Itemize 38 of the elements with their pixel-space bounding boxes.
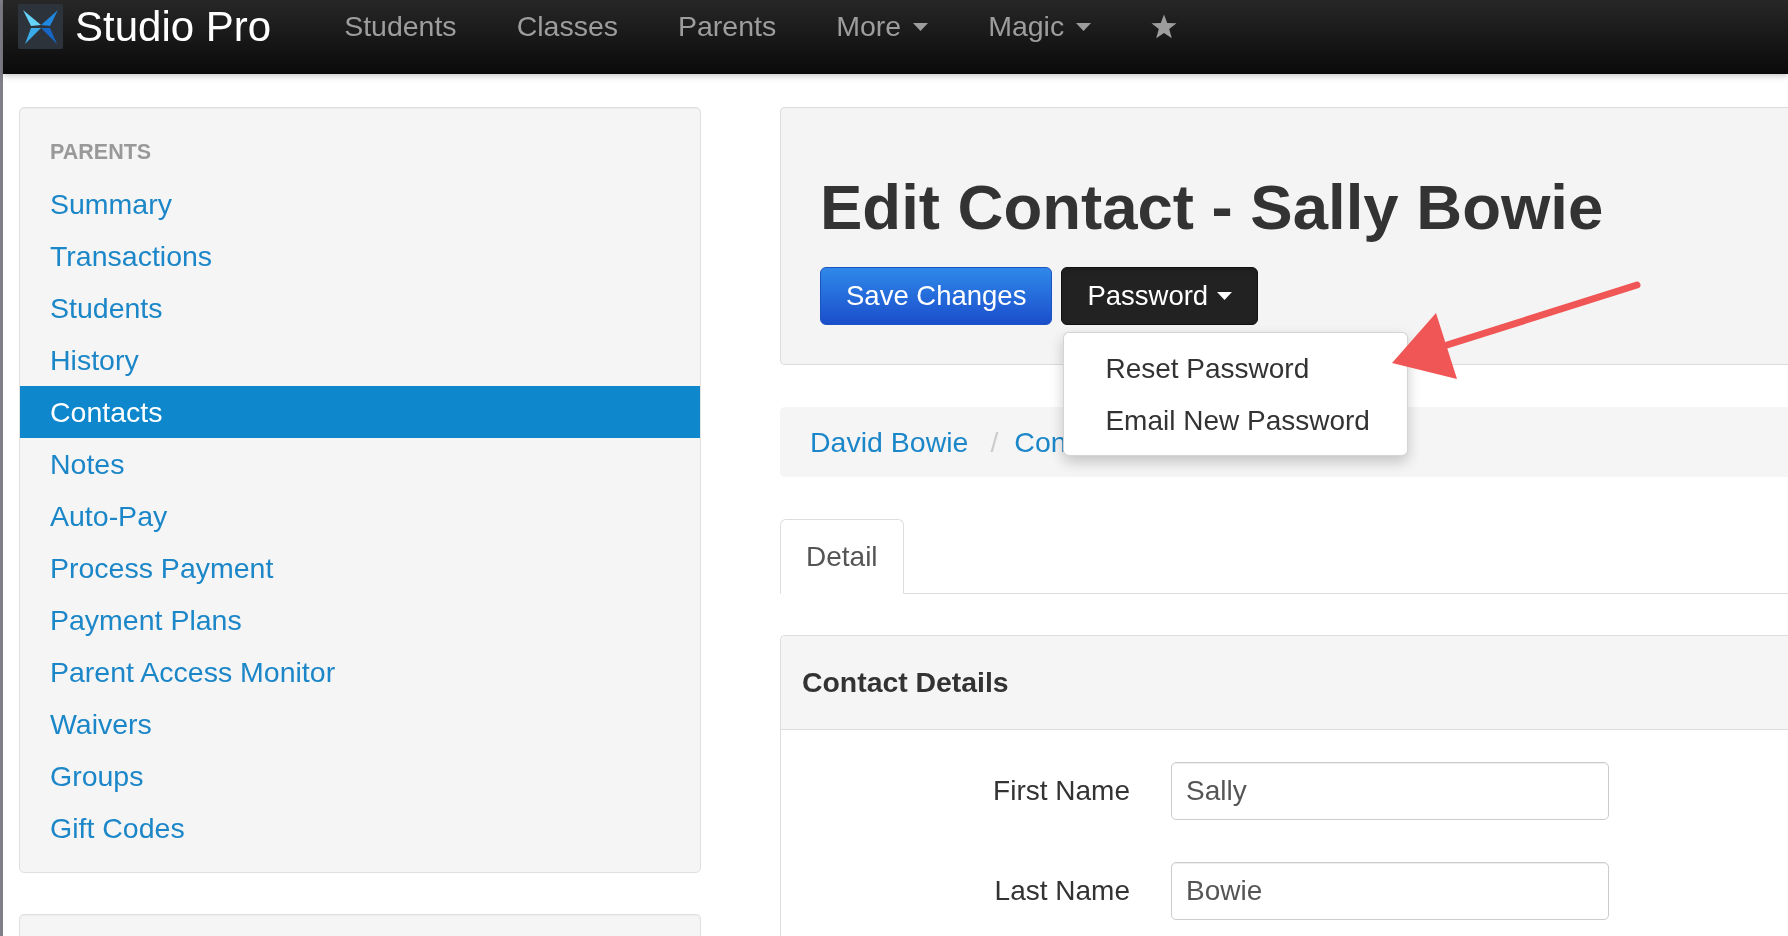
sidebar-item[interactable]: Payment Plans bbox=[20, 594, 700, 646]
breadcrumb-separator: / bbox=[989, 424, 1000, 460]
sidebar-item[interactable]: Notes bbox=[20, 438, 700, 490]
sidebar-item[interactable]: Transactions bbox=[20, 230, 700, 282]
logo-icon bbox=[18, 4, 63, 49]
page-title: Edit Contact - Sally Bowie bbox=[820, 173, 1605, 241]
sidebar-heading: PARENTS bbox=[49, 139, 153, 166]
nav-link[interactable]: Students bbox=[314, 4, 487, 49]
nav-dropdown[interactable]: More bbox=[806, 4, 959, 49]
breadcrumb-link[interactable]: David Bowie bbox=[810, 420, 969, 464]
nav-dropdown[interactable]: Magic bbox=[958, 4, 1122, 49]
sidebar-item[interactable]: Auto-Pay bbox=[20, 490, 700, 542]
sidebar-item[interactable]: Contacts bbox=[20, 386, 700, 438]
sidebar-item[interactable]: Waivers bbox=[20, 698, 700, 750]
field-label: Last Name bbox=[993, 874, 1130, 908]
text-field[interactable]: Sally bbox=[1171, 762, 1609, 820]
nav-link[interactable]: Classes bbox=[486, 4, 648, 49]
star-icon[interactable] bbox=[1151, 14, 1178, 39]
brand-link[interactable]: Studio Pro bbox=[18, 4, 272, 49]
menu-item[interactable]: Reset Password bbox=[1064, 343, 1408, 395]
text-field[interactable]: Bowie bbox=[1171, 862, 1609, 920]
dropdown-button[interactable]: Password bbox=[1061, 267, 1259, 325]
sidebar-item[interactable]: Students bbox=[20, 282, 700, 334]
field-label: First Name bbox=[992, 774, 1130, 808]
sidebar-item[interactable]: Process Payment bbox=[20, 542, 700, 594]
sidebar-item[interactable]: History bbox=[20, 334, 700, 386]
sidebar-item[interactable]: Groups bbox=[20, 750, 700, 802]
save-button[interactable]: Save Changes bbox=[820, 267, 1053, 325]
panel-title: Contact Details bbox=[802, 665, 1009, 701]
sidebar-item[interactable]: Parent Access Monitor bbox=[20, 646, 700, 698]
menu-item[interactable]: Email New Password bbox=[1064, 395, 1408, 447]
sidebar-item[interactable]: Summary bbox=[20, 178, 700, 230]
nav-link[interactable]: Parents bbox=[648, 4, 807, 49]
caret-icon bbox=[913, 22, 929, 31]
sidebar-item[interactable]: Gift Codes bbox=[20, 802, 700, 854]
caret-icon bbox=[1076, 22, 1092, 31]
tab[interactable]: Detail bbox=[780, 519, 904, 594]
caret-icon bbox=[1217, 292, 1233, 300]
